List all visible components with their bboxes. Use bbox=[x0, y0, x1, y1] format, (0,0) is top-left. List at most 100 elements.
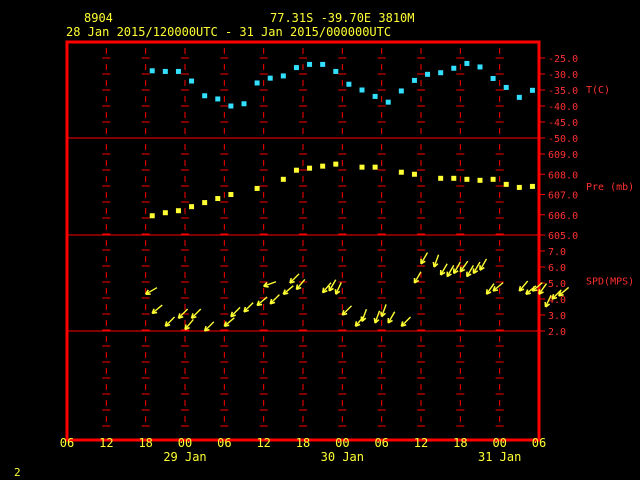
temperature-point bbox=[411, 77, 417, 83]
pressure-point bbox=[333, 161, 339, 167]
y-tick-label: -30.0 bbox=[548, 70, 578, 81]
temperature-point bbox=[175, 68, 181, 74]
wind-arrow bbox=[190, 308, 202, 319]
wind-arrow bbox=[164, 316, 176, 327]
data-layer bbox=[144, 60, 570, 332]
pressure-point bbox=[464, 176, 470, 182]
y-tick-label: 3.0 bbox=[548, 311, 566, 322]
wind-arrow bbox=[203, 321, 215, 332]
wind-arrow bbox=[420, 252, 429, 265]
pressure-point bbox=[215, 196, 221, 202]
x-date-label: 30 Jan bbox=[321, 450, 364, 464]
temperature-point bbox=[529, 87, 535, 93]
y-tick-label: 6.0 bbox=[548, 263, 566, 274]
temperature-point bbox=[189, 78, 195, 84]
x-tick-label: 12 bbox=[99, 436, 113, 450]
station-id: 8904 bbox=[84, 11, 113, 25]
temperature-point bbox=[280, 73, 286, 79]
temperature-point bbox=[215, 96, 221, 102]
wind-arrow bbox=[531, 282, 543, 292]
temperature-point bbox=[503, 84, 509, 90]
wind-arrow bbox=[243, 302, 254, 313]
temperature-point bbox=[372, 93, 378, 99]
x-tick-label: 00 bbox=[492, 436, 506, 450]
y-tick-label: -25.0 bbox=[548, 54, 578, 65]
y-tick-label: 607.0 bbox=[548, 191, 578, 202]
temperature-point bbox=[307, 61, 313, 67]
wind-arrow bbox=[184, 318, 194, 331]
temperature-point bbox=[228, 103, 234, 109]
pressure-axis-label: Pre (mb) bbox=[586, 182, 634, 193]
pressure-point bbox=[477, 177, 483, 183]
wind-arrow bbox=[295, 278, 306, 291]
temperature-point bbox=[267, 75, 273, 81]
pressure-point bbox=[398, 169, 404, 175]
temperature-point bbox=[516, 94, 522, 100]
wind-arrow bbox=[373, 310, 381, 324]
y-tick-label: -40.0 bbox=[548, 102, 578, 113]
temperature-point bbox=[320, 61, 326, 67]
x-tick-label: 06 bbox=[374, 436, 388, 450]
y-tick-label: 609.0 bbox=[548, 150, 578, 161]
temperature-point bbox=[438, 70, 444, 76]
wind-arrow bbox=[466, 264, 474, 278]
x-tick-label: 18 bbox=[138, 436, 152, 450]
y-tick-label: 608.0 bbox=[548, 170, 578, 181]
meteogram: 8904 77.31S -39.70E 3810M 28 Jan 2015/12… bbox=[14, 11, 634, 479]
wind-arrow bbox=[452, 261, 461, 275]
temperature-point bbox=[464, 60, 470, 66]
temperature-point bbox=[254, 80, 260, 86]
wind-arrow bbox=[472, 261, 481, 275]
temperature-point bbox=[398, 88, 404, 94]
wind-arrow bbox=[341, 305, 353, 316]
y-tick-label: 7.0 bbox=[548, 247, 566, 258]
pressure-point bbox=[307, 165, 313, 171]
pressure-point bbox=[175, 208, 181, 214]
pressure-point bbox=[162, 210, 168, 216]
x-tick-label: 18 bbox=[453, 436, 467, 450]
temperature-axis-label: T(C) bbox=[586, 85, 610, 96]
wind-arrow bbox=[492, 282, 504, 292]
wind-arrow bbox=[334, 282, 342, 295]
pressure-point bbox=[529, 183, 535, 189]
wind-arrow bbox=[151, 304, 163, 315]
y-tick-label: 605.0 bbox=[548, 231, 578, 242]
y-tick-label: -35.0 bbox=[548, 86, 578, 97]
x-tick-label: 00 bbox=[178, 436, 192, 450]
pressure-point bbox=[189, 204, 195, 210]
wind-speed-axis-label: SPD(MPS) bbox=[586, 277, 634, 288]
x-tick-label: 06 bbox=[532, 436, 546, 450]
y-tick-label: -45.0 bbox=[548, 118, 578, 129]
temperature-point bbox=[333, 68, 339, 74]
wind-arrow bbox=[400, 316, 412, 327]
temperature-point bbox=[425, 71, 431, 77]
pressure-point bbox=[490, 176, 496, 182]
y-tick-label: -50.0 bbox=[548, 134, 578, 145]
wind-arrow bbox=[230, 306, 241, 318]
y-tick-label: 5.0 bbox=[548, 279, 566, 290]
x-tick-label: 18 bbox=[296, 436, 310, 450]
y-tick-label: 2.0 bbox=[548, 327, 566, 338]
pressure-point bbox=[202, 200, 208, 206]
temperature-point bbox=[451, 65, 457, 71]
x-date-label: 29 Jan bbox=[163, 450, 206, 464]
pressure-point bbox=[280, 176, 286, 182]
wind-arrow bbox=[485, 283, 495, 295]
wind-arrow bbox=[289, 273, 300, 284]
temperature-point bbox=[346, 81, 352, 87]
pressure-point bbox=[228, 192, 234, 197]
time-period: 28 Jan 2015/120000UTC - 31 Jan 2015/0000… bbox=[66, 25, 391, 39]
pressure-point bbox=[359, 164, 365, 170]
temperature-point bbox=[293, 65, 299, 71]
pressure-point bbox=[451, 175, 457, 181]
time-grid bbox=[102, 48, 504, 432]
temperature-point bbox=[385, 99, 391, 105]
wind-arrow bbox=[387, 311, 396, 324]
y-tick-label: 606.0 bbox=[548, 211, 578, 222]
station-location: 77.31S -39.70E 3810M bbox=[270, 11, 415, 25]
wind-arrow bbox=[360, 308, 368, 323]
pressure-point bbox=[503, 181, 509, 187]
wind-arrow bbox=[263, 281, 277, 288]
wind-arrow bbox=[269, 294, 280, 305]
wind-arrow bbox=[144, 287, 158, 295]
